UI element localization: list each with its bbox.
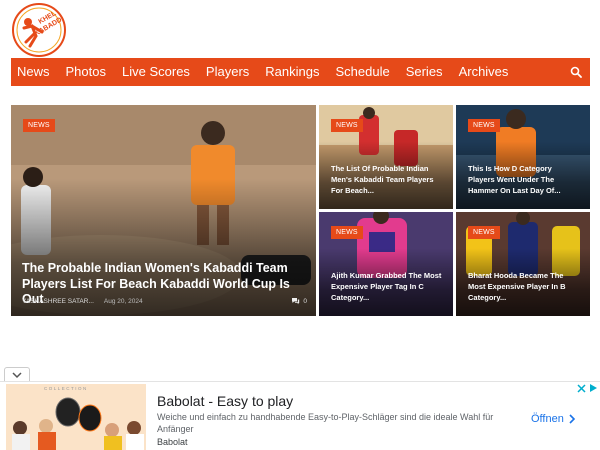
ad-image-art: COLLECTION xyxy=(6,384,146,450)
hero-date: Aug 20, 2024 xyxy=(103,297,143,305)
hero-comment-count: 0 xyxy=(303,297,307,305)
nav-item-photos[interactable]: Photos xyxy=(58,58,114,86)
tile-1-category-badge[interactable]: NEWS xyxy=(331,119,363,132)
site-logo[interactable]: KHEL KABADDI xyxy=(10,2,68,58)
tile-3-category-badge[interactable]: NEWS xyxy=(331,226,363,239)
hero-category-badge[interactable]: NEWS xyxy=(23,119,55,132)
nav-item-news[interactable]: News xyxy=(11,58,58,86)
tile-1-title[interactable]: The List Of Probable Indian Men's Kabadd… xyxy=(331,163,443,196)
tile-4-category-badge[interactable]: NEWS xyxy=(468,226,500,239)
ad-open-button[interactable]: Öffnen xyxy=(531,413,576,425)
ad-image-caption: COLLECTION xyxy=(44,386,88,391)
ad-open-label: Öffnen xyxy=(531,413,564,425)
nav-item-schedule[interactable]: Schedule xyxy=(327,58,397,86)
comments-icon xyxy=(292,298,300,305)
nav-item-series[interactable]: Series xyxy=(398,58,451,86)
ad-image[interactable]: COLLECTION xyxy=(6,384,146,450)
search-icon[interactable] xyxy=(570,66,582,78)
ad-banner[interactable]: COLLECTION Babolat - Easy to play Weiche… xyxy=(0,382,600,450)
hero-meta: YASHASHREE SATAR... Aug 20, 2024 0 xyxy=(22,297,307,305)
hero-comments[interactable]: 0 xyxy=(291,297,307,305)
chevron-right-icon xyxy=(569,414,575,424)
featured-main-article[interactable]: NEWS The Probable Indian Women's Kabaddi… xyxy=(11,105,316,316)
featured-tile-4[interactable]: NEWS Bharat Hooda Became The Most Expens… xyxy=(456,212,590,316)
ad-collapse-toggle[interactable] xyxy=(4,367,30,382)
nav-item-live-scores[interactable]: Live Scores xyxy=(114,58,198,86)
tile-3-title[interactable]: Ajith Kumar Grabbed The Most Expensive P… xyxy=(331,270,443,303)
close-icon[interactable] xyxy=(576,383,588,395)
main-nav: News Photos Live Scores Players Rankings… xyxy=(11,58,590,86)
nav-item-rankings[interactable]: Rankings xyxy=(257,58,327,86)
featured-tile-2[interactable]: NEWS This Is How D Category Players Went… xyxy=(456,105,590,209)
ad-title[interactable]: Babolat - Easy to play xyxy=(157,393,293,409)
hero-author[interactable]: YASHASHREE SATAR... xyxy=(22,298,94,305)
nav-item-players[interactable]: Players xyxy=(198,58,257,86)
ad-info-icon[interactable] xyxy=(588,383,598,393)
featured-tile-1[interactable]: NEWS The List Of Probable Indian Men's K… xyxy=(319,105,453,209)
tile-2-title[interactable]: This Is How D Category Players Went Unde… xyxy=(468,163,580,196)
ad-advertiser[interactable]: Babolat xyxy=(157,437,188,447)
tile-4-title[interactable]: Bharat Hooda Became The Most Expensive P… xyxy=(468,270,580,303)
featured-tile-3[interactable]: NEWS Ajith Kumar Grabbed The Most Expens… xyxy=(319,212,453,316)
tile-2-category-badge[interactable]: NEWS xyxy=(468,119,500,132)
chevron-down-icon xyxy=(12,372,22,379)
nav-item-archives[interactable]: Archives xyxy=(451,58,517,86)
ad-description: Weiche und einfach zu handhabende Easy-t… xyxy=(157,412,494,434)
